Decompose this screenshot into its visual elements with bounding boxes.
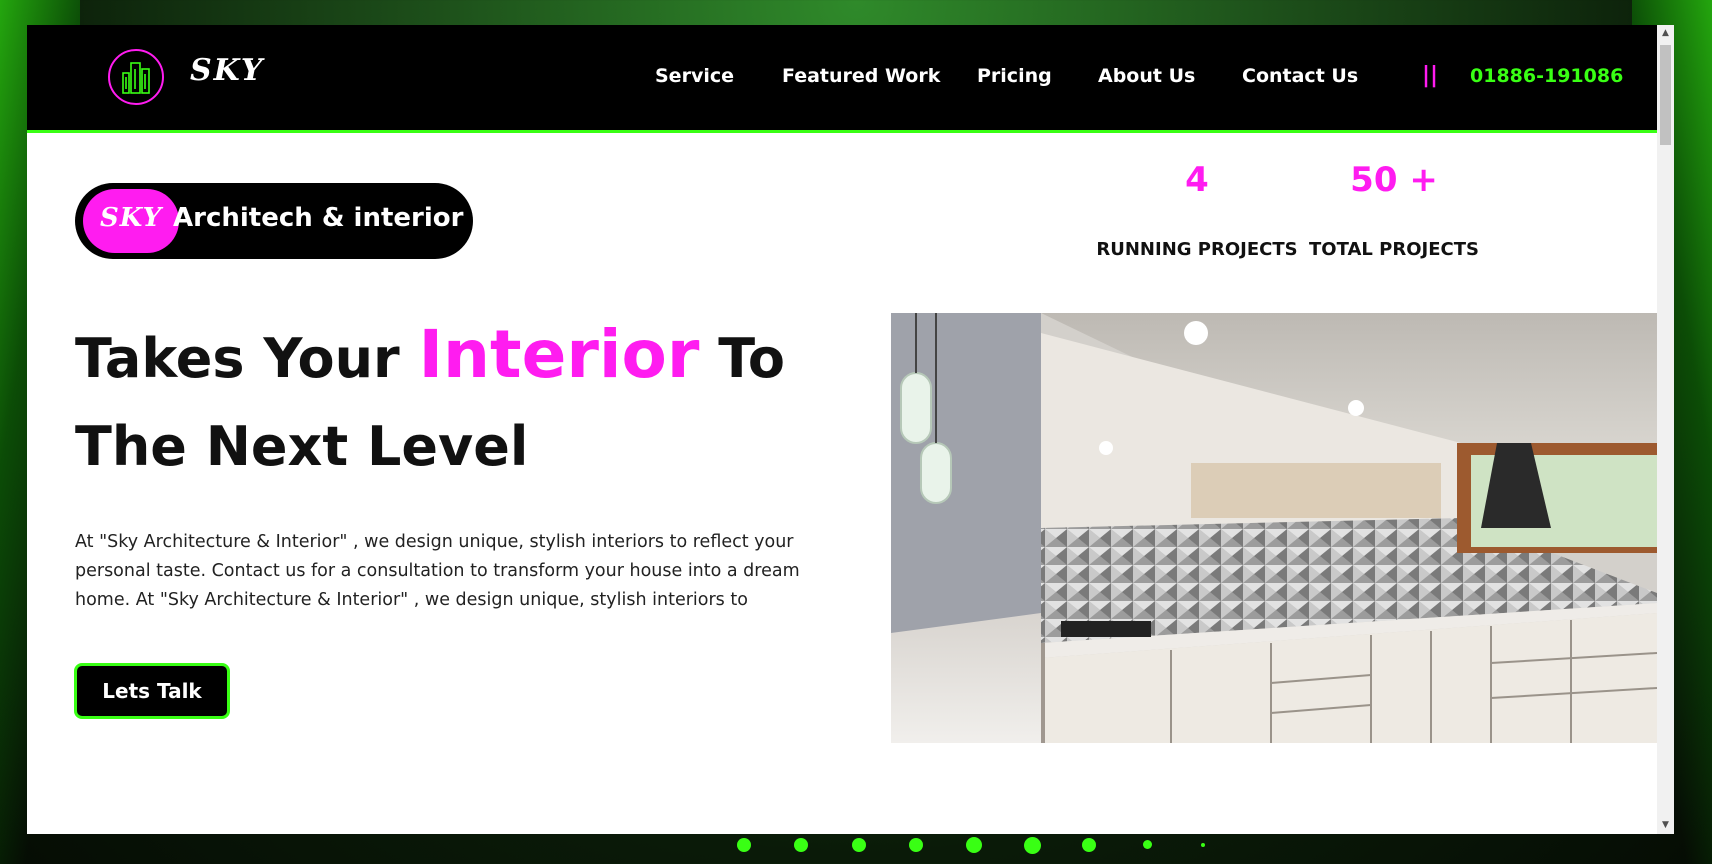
scroll-up-arrow-icon[interactable]: ▲ [1657, 25, 1674, 42]
kitchen-image [891, 313, 1657, 743]
stat-running-value: 4 [1185, 160, 1209, 200]
lets-talk-button[interactable]: Lets Talk [74, 663, 230, 719]
stat-running-label: RUNNING PROJECTS [1096, 239, 1298, 260]
nav-featured-work[interactable]: Featured Work [782, 65, 940, 87]
scroll-down-arrow-icon[interactable]: ▼ [1657, 817, 1674, 834]
navbar: SKY Service Featured Work Pricing About … [27, 25, 1657, 133]
logo-text[interactable]: SKY [190, 53, 264, 88]
nav-phone[interactable]: 01886-191086 [1470, 65, 1623, 87]
slider-dot[interactable] [966, 837, 982, 853]
nav-pricing[interactable]: Pricing [977, 65, 1052, 87]
nav-service[interactable]: Service [655, 65, 734, 87]
slider-dot[interactable] [794, 838, 808, 852]
hero-badge: SKY Architech & interior [75, 183, 473, 259]
slider-dot[interactable] [1082, 838, 1096, 852]
scroll-thumb[interactable] [1660, 45, 1671, 145]
nav-separator: || [1422, 63, 1439, 88]
slider-dot[interactable] [1143, 840, 1152, 849]
headline-part2: To [718, 327, 785, 390]
stat-total-label: TOTAL PROJECTS [1309, 239, 1479, 260]
nav-contact-us[interactable]: Contact Us [1242, 65, 1358, 87]
slider-dot[interactable] [852, 838, 866, 852]
browser-window: SKY Service Featured Work Pricing About … [27, 25, 1674, 834]
slider-dot[interactable] [1024, 837, 1041, 854]
hero-body-text: At "Sky Architecture & Interior" , we de… [75, 532, 800, 610]
slider-dot[interactable] [1201, 843, 1205, 847]
badge-logo: SKY [100, 203, 163, 233]
nav-about-us[interactable]: About Us [1098, 65, 1195, 87]
badge-text: Architech & interior [173, 203, 464, 233]
headline-part1: Takes Your [75, 327, 400, 390]
stat-total-value: 50 + [1350, 160, 1438, 200]
slider-dot[interactable] [909, 838, 923, 852]
headline-accent: Interior [418, 316, 700, 393]
headline-line2: The Next Level [75, 415, 529, 478]
building-logo-icon[interactable] [108, 49, 164, 105]
hero-headline: Takes Your Interior To The Next Level [75, 311, 785, 491]
slider-dots [0, 834, 1712, 864]
scrollbar[interactable]: ▲ ▼ [1657, 25, 1674, 834]
slider-dot[interactable] [737, 838, 751, 852]
